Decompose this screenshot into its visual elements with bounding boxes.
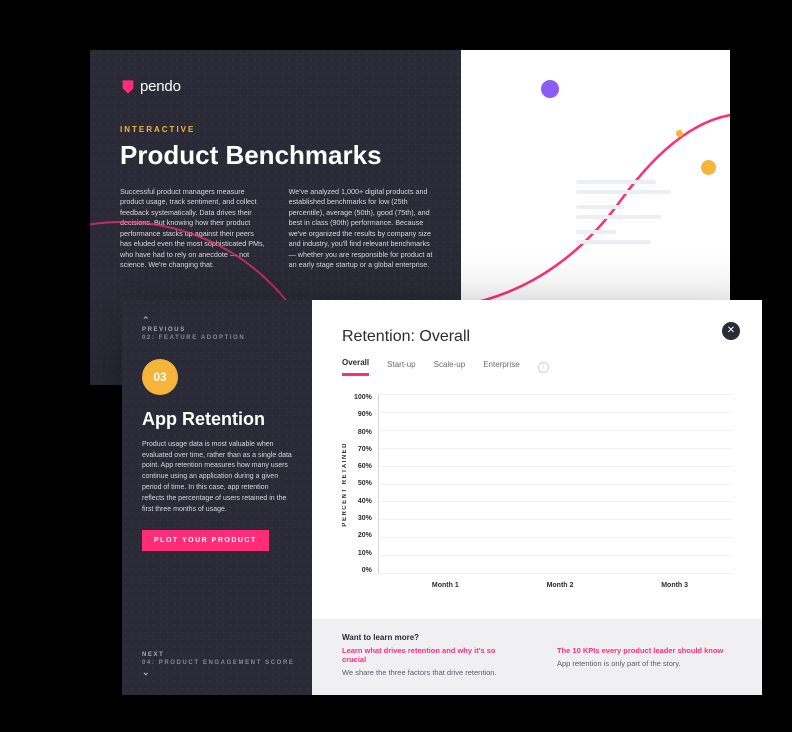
retention-title: App Retention xyxy=(142,409,292,430)
gridline xyxy=(379,555,732,556)
plot-your-product-button[interactable]: PLOT YOUR PRODUCT xyxy=(142,530,269,551)
brand-name: pendo xyxy=(140,78,181,95)
y-tick: 90% xyxy=(358,411,372,418)
benchmarks-body-left: Successful product managers measure prod… xyxy=(120,187,267,271)
gridline xyxy=(379,412,732,413)
y-axis-ticks: 100% 90% 80% 70% 60% 50% 40% 30% 20% 10% 0% xyxy=(354,394,378,574)
prev-line: 02: FEATURE ADOPTION xyxy=(142,335,292,341)
benchmarks-eyebrow: INTERACTIVE xyxy=(120,125,435,134)
y-tick: 10% xyxy=(358,550,372,557)
next-line: 04: PRODUCT ENGAGEMENT SCORE xyxy=(142,660,294,666)
gridline xyxy=(379,466,732,467)
pendo-logo-icon xyxy=(120,79,136,95)
retention-main: ✕ Retention: Overall Overall Start-up Sc… xyxy=(312,300,762,695)
x-tick: Month 1 xyxy=(432,582,459,589)
placeholder-line xyxy=(576,180,656,184)
x-axis-ticks: Month 1 Month 2 Month 3 xyxy=(388,582,732,589)
tab-enterprise[interactable]: Enterprise xyxy=(483,360,519,375)
learn-more-footer: Want to learn more? Learn what drives re… xyxy=(312,619,762,695)
y-tick: 60% xyxy=(358,463,372,470)
y-tick: 50% xyxy=(358,480,372,487)
next-caption: NEXT xyxy=(142,652,294,658)
tab-overall[interactable]: Overall xyxy=(342,358,369,376)
footer-sub-right: App retention is only part of the story. xyxy=(557,659,732,668)
step-number-badge: 03 xyxy=(142,359,178,395)
next-nav[interactable]: NEXT 04: PRODUCT ENGAGEMENT SCORE ⌄ xyxy=(142,652,294,679)
close-icon: ✕ xyxy=(727,326,735,336)
retention-sidebar: ⌃ PREVIOUS 02: FEATURE ADOPTION 03 App R… xyxy=(122,300,312,695)
chevron-down-icon: ⌄ xyxy=(142,668,294,677)
gridline xyxy=(379,430,732,431)
footer-lead-spacer xyxy=(557,633,732,642)
retention-body: Product usage data is most valuable when… xyxy=(142,440,292,516)
gridline xyxy=(379,537,732,538)
gridline xyxy=(379,501,732,502)
gridline xyxy=(379,519,732,520)
footer-col-right: The 10 KPIs every product leader should … xyxy=(557,633,732,677)
footer-col-left: Want to learn more? Learn what drives re… xyxy=(342,633,517,677)
y-axis-label: PERCENT RETAINED xyxy=(342,442,348,527)
step-number: 03 xyxy=(153,370,166,384)
chevron-up-icon: ⌃ xyxy=(142,316,292,325)
y-tick: 30% xyxy=(358,515,372,522)
retention-chart: PERCENT RETAINED 100% 90% 80% 70% 60% 50% 40% 3… xyxy=(342,394,732,574)
chart-title: Retention: Overall xyxy=(342,328,732,346)
gridline xyxy=(379,484,732,485)
tab-scale-up[interactable]: Scale-up xyxy=(434,360,466,375)
placeholder-line xyxy=(576,190,671,194)
gridline xyxy=(379,394,732,395)
brand-logo: pendo xyxy=(120,78,435,95)
y-tick: 0% xyxy=(362,567,372,574)
benchmarks-headline: Product Benchmarks xyxy=(120,140,435,171)
gridline xyxy=(379,448,732,449)
prev-caption: PREVIOUS xyxy=(142,327,292,333)
y-tick: 70% xyxy=(358,446,372,453)
close-button[interactable]: ✕ xyxy=(722,322,740,340)
chart-plot-area xyxy=(378,394,732,574)
y-tick: 20% xyxy=(358,532,372,539)
placeholder-line xyxy=(576,240,651,244)
footer-link-retention[interactable]: Learn what drives retention and why it's… xyxy=(342,646,517,664)
benchmarks-body: Successful product managers measure prod… xyxy=(120,187,435,271)
info-icon[interactable]: i xyxy=(538,362,549,373)
placeholder-line xyxy=(576,205,624,209)
gridline xyxy=(379,573,732,574)
placeholder-line xyxy=(576,230,616,234)
y-tick: 80% xyxy=(358,429,372,436)
retention-card: ⌃ PREVIOUS 02: FEATURE ADOPTION 03 App R… xyxy=(122,300,762,695)
chart-area: ✕ Retention: Overall Overall Start-up Sc… xyxy=(312,300,762,619)
benchmarks-body-right: We've analyzed 1,000+ digital products a… xyxy=(289,187,436,271)
y-tick: 100% xyxy=(354,394,372,401)
y-tick: 40% xyxy=(358,498,372,505)
footer-link-kpis[interactable]: The 10 KPIs every product leader should … xyxy=(557,646,732,655)
footer-sub-left: We share the three factors that drive re… xyxy=(342,668,517,677)
segment-tabs: Overall Start-up Scale-up Enterprise i xyxy=(342,358,732,376)
placeholder-line xyxy=(576,215,661,219)
prev-nav[interactable]: ⌃ PREVIOUS 02: FEATURE ADOPTION xyxy=(142,316,292,341)
tab-start-up[interactable]: Start-up xyxy=(387,360,415,375)
x-tick: Month 2 xyxy=(547,582,574,589)
footer-lead: Want to learn more? xyxy=(342,633,517,642)
trend-curve xyxy=(461,80,730,310)
x-tick: Month 3 xyxy=(661,582,688,589)
